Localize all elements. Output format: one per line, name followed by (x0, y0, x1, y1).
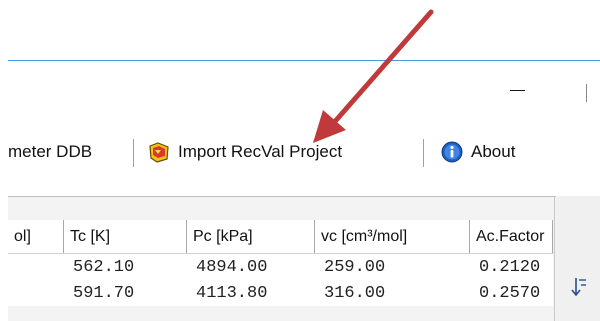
table-cell[interactable]: 0.2570 (469, 280, 553, 306)
about-button[interactable]: About (441, 137, 515, 167)
import-recval-label: Import RecVal Project (178, 142, 343, 161)
app-window: meter DDB Import RecVal Project About ol… (0, 0, 600, 321)
grid-right-border (554, 196, 555, 321)
parameter-ddb-button[interactable]: meter DDB (8, 137, 92, 167)
about-label: About (471, 142, 516, 161)
table-cell[interactable]: 0.2120 (469, 253, 553, 280)
table-row[interactable]: 591.70 4113.80 316.00 0.2570 (8, 280, 553, 306)
minimize-icon (510, 90, 525, 91)
title-bar-accent-line (8, 60, 600, 61)
column-header[interactable]: vc [cm³/mol] (314, 220, 470, 254)
table-cell[interactable] (8, 280, 64, 306)
sort-icon[interactable] (571, 276, 587, 300)
data-grid-panel: ol] Tc [K] Pc [kPa] vc [cm³/mol] Ac.Fact… (8, 196, 556, 321)
table-cell[interactable]: 4113.80 (186, 280, 315, 306)
import-recval-button[interactable]: Import RecVal Project (148, 137, 342, 167)
toolbar-separator (423, 139, 424, 167)
table-cell[interactable]: 259.00 (314, 253, 470, 280)
side-panel (556, 196, 600, 321)
column-header[interactable]: Pc [kPa] (186, 220, 315, 254)
minimize-button[interactable] (502, 76, 542, 102)
info-icon (441, 141, 463, 163)
table-cell[interactable]: 316.00 (314, 280, 470, 306)
parameter-ddb-label: meter DDB (8, 142, 93, 161)
toolbar-separator (133, 139, 134, 167)
table-cell[interactable]: 4894.00 (186, 253, 315, 280)
column-header[interactable]: Ac.Factor (469, 220, 553, 254)
table-cell[interactable]: 591.70 (63, 280, 187, 306)
table-row[interactable]: 562.10 4894.00 259.00 0.2120 (8, 253, 553, 280)
column-header[interactable]: Tc [K] (63, 220, 187, 254)
table-cell[interactable] (8, 253, 64, 280)
data-grid[interactable]: ol] Tc [K] Pc [kPa] vc [cm³/mol] Ac.Fact… (8, 220, 553, 306)
import-recval-icon (149, 142, 169, 163)
column-header[interactable]: ol] (8, 220, 64, 254)
window-edge (586, 84, 587, 102)
toolbar: meter DDB Import RecVal Project About (8, 126, 600, 180)
panel-border (8, 196, 556, 197)
table-cell[interactable]: 562.10 (63, 253, 187, 280)
grid-header-row: ol] Tc [K] Pc [kPa] vc [cm³/mol] Ac.Fact… (8, 220, 553, 254)
